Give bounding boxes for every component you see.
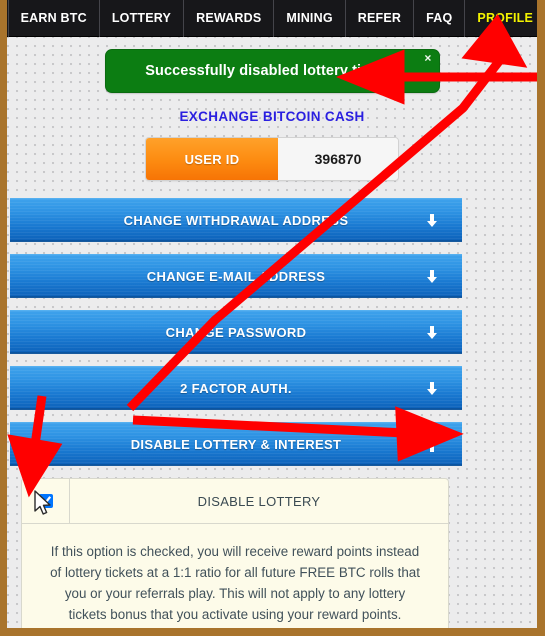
chevron-down-icon	[427, 381, 437, 395]
chevron-down-icon	[427, 213, 437, 227]
disable-lottery-panel: DISABLE LOTTERY If this option is checke…	[21, 478, 449, 628]
nav-item-rewards[interactable]: REWARDS	[183, 0, 273, 37]
user-id-value: 396870	[278, 138, 398, 180]
accordion-label: 2 FACTOR AUTH.	[180, 381, 292, 396]
chevron-down-icon	[427, 325, 437, 339]
exchange-bitcoin-cash-link[interactable]: EXCHANGE BITCOIN CASH	[46, 109, 498, 124]
profile-content: Successfully disabled lottery tickets × …	[7, 37, 537, 628]
accordion-label: CHANGE PASSWORD	[165, 325, 307, 340]
nav-item-faq[interactable]: FAQ	[413, 0, 464, 37]
nav-item-earn-btc[interactable]: EARN BTC	[7, 0, 99, 37]
accordion-item-change-email-address[interactable]: CHANGE E-MAIL ADDRESS	[10, 254, 462, 298]
accordion-item-change-withdrawal-address[interactable]: CHANGE WITHDRAWAL ADDRESS	[10, 198, 462, 242]
disable-lottery-label: DISABLE LOTTERY	[197, 493, 321, 509]
disable-lottery-checkbox[interactable]	[38, 494, 53, 508]
accordion-label: CHANGE E-MAIL ADDRESS	[146, 269, 326, 284]
profile-page: MULTIPLY BTC EARN BTC LOTTERY REWARDS MI…	[0, 0, 545, 636]
accordion-item-change-password[interactable]: CHANGE PASSWORD	[10, 310, 462, 354]
disable-lottery-panel-header: DISABLE LOTTERY	[22, 479, 448, 524]
alert-container: Successfully disabled lottery tickets ×	[7, 49, 537, 93]
nav-item-multiply-btc[interactable]: MULTIPLY BTC	[7, 0, 8, 37]
accordion-item-disable-lottery-and-interest[interactable]: DISABLE LOTTERY & INTEREST	[10, 422, 462, 466]
nav-item-refer[interactable]: REFER	[344, 0, 413, 37]
settings-accordion: CHANGE WITHDRAWAL ADDRESS CHANGE E-MAIL …	[7, 198, 537, 466]
chevron-down-icon	[427, 269, 437, 283]
accordion-label: DISABLE LOTTERY & INTEREST	[130, 437, 342, 452]
checkbox-cell	[22, 479, 70, 523]
user-id-label: USER ID	[146, 138, 278, 180]
close-icon[interactable]: ×	[424, 52, 431, 64]
user-id-row: USER ID 396870	[145, 137, 399, 181]
nav-item-lottery[interactable]: LOTTERY	[98, 0, 183, 37]
disable-lottery-description: If this option is checked, you will rece…	[50, 544, 420, 622]
nav-item-profile[interactable]: PROFILE	[464, 0, 537, 37]
accordion-item-2-factor-auth[interactable]: 2 FACTOR AUTH.	[10, 366, 462, 410]
chevron-up-icon	[427, 438, 437, 452]
accordion-label: CHANGE WITHDRAWAL ADDRESS	[123, 213, 349, 228]
success-alert: Successfully disabled lottery tickets ×	[104, 49, 440, 93]
success-alert-message: Successfully disabled lottery tickets	[145, 63, 399, 79]
nav-item-mining[interactable]: MINING	[273, 0, 344, 37]
main-navigation: MULTIPLY BTC EARN BTC LOTTERY REWARDS MI…	[7, 0, 537, 37]
